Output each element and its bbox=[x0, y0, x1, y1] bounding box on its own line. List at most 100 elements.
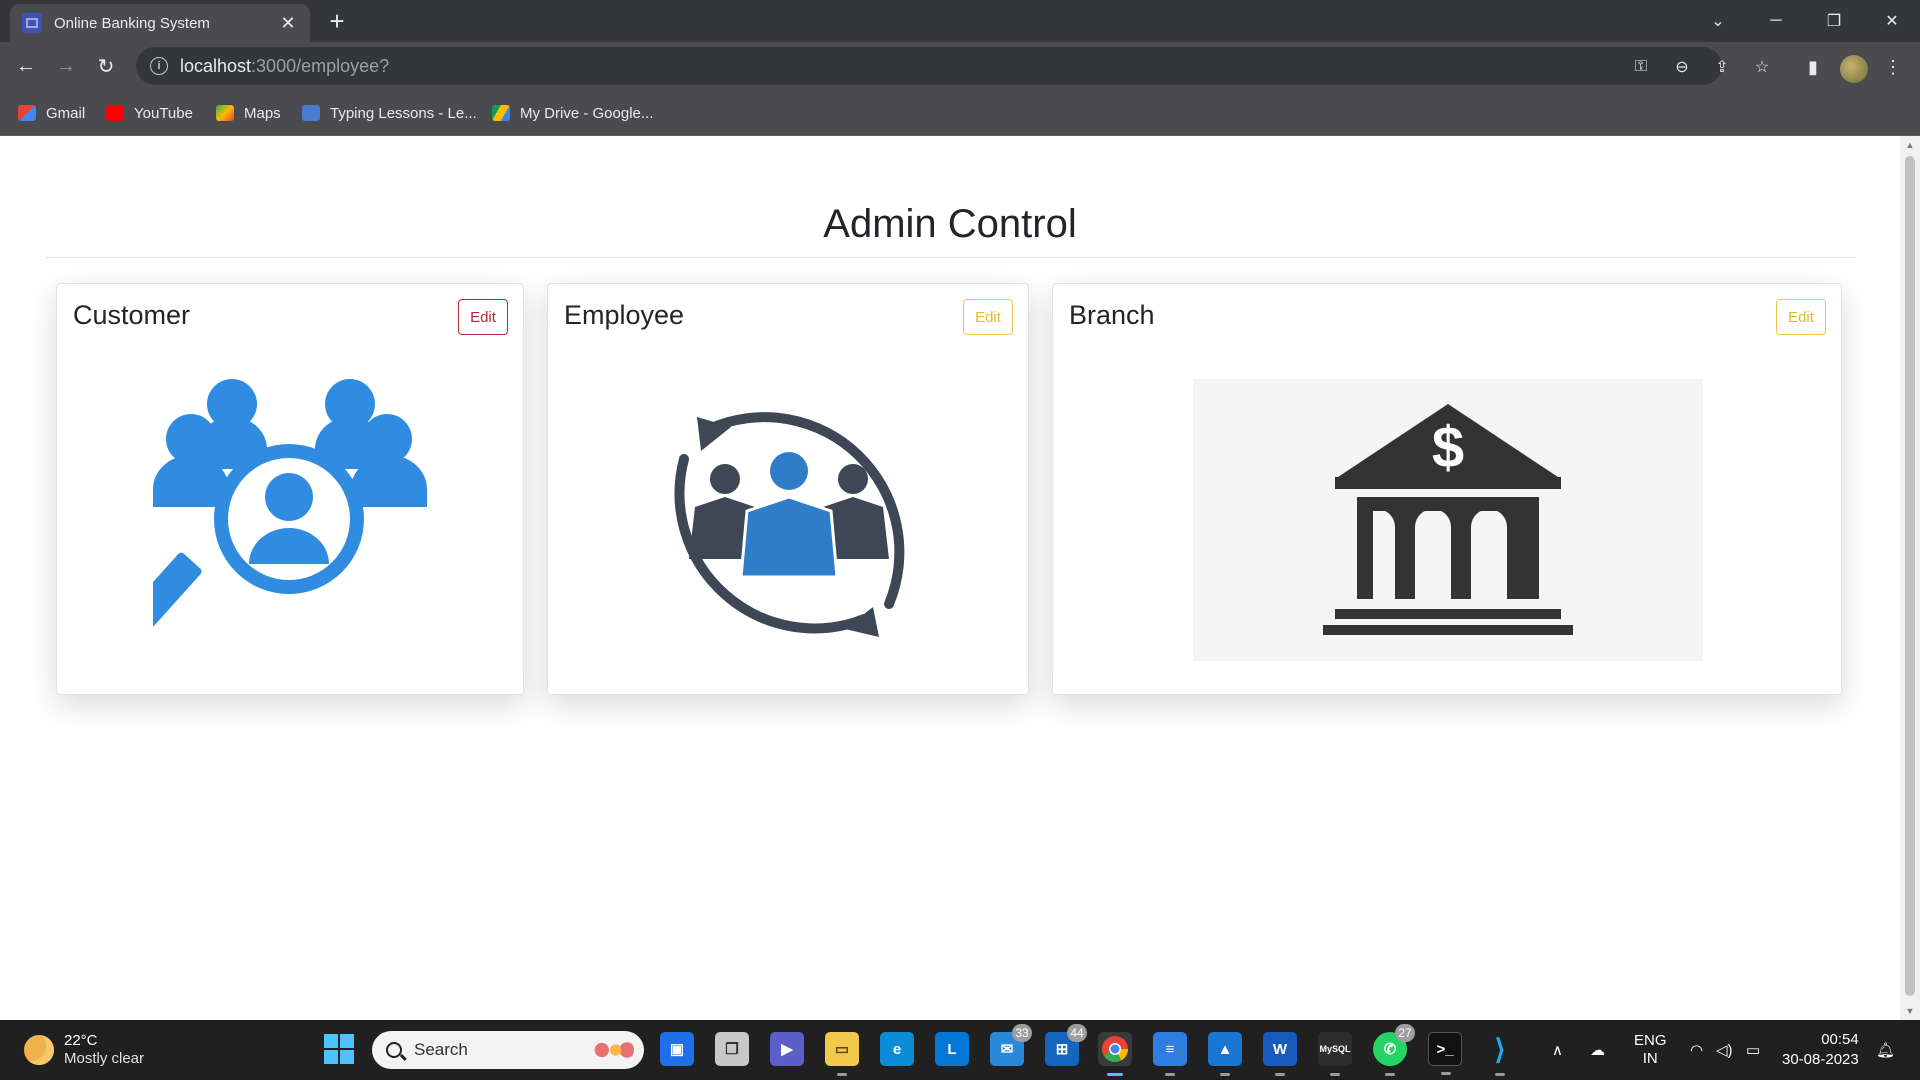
outlook-badge: 44 bbox=[1067, 1024, 1087, 1042]
forward-button[interactable]: → bbox=[50, 50, 82, 82]
password-key-icon[interactable]: ⚿ bbox=[1630, 56, 1652, 78]
scroll-down-icon[interactable]: ▼ bbox=[1905, 1006, 1915, 1016]
site-info-icon[interactable]: i bbox=[150, 57, 168, 75]
tab-search-icon[interactable]: ⌄ bbox=[1694, 0, 1742, 42]
store-app-icon[interactable]: ▣ bbox=[660, 1032, 694, 1066]
scrollbar-thumb[interactable] bbox=[1905, 156, 1915, 996]
bookmark-youtube[interactable]: YouTube bbox=[106, 102, 193, 124]
task-view-icon[interactable]: ❐ bbox=[715, 1032, 749, 1066]
battery-icon[interactable]: ▭ bbox=[1746, 1020, 1760, 1080]
bookmark-label: YouTube bbox=[134, 104, 193, 122]
start-windows-icon[interactable] bbox=[322, 1032, 356, 1066]
reload-button[interactable]: ↻ bbox=[90, 50, 122, 82]
bookmark-label: My Drive - Google... bbox=[520, 104, 654, 122]
bank-icon: $ bbox=[1193, 379, 1703, 661]
scroll-up-icon[interactable]: ▲ bbox=[1905, 140, 1915, 150]
outlook-app-icon[interactable]: ⊞ 44 bbox=[1045, 1024, 1087, 1066]
photos-app-icon[interactable]: ▲ bbox=[1208, 1032, 1242, 1076]
system-clock[interactable]: 00:54 30-08-2023 bbox=[1782, 1030, 1859, 1070]
typing-icon bbox=[302, 105, 320, 121]
new-tab-button[interactable]: + bbox=[322, 6, 352, 36]
close-tab-icon[interactable]: ✕ bbox=[278, 13, 298, 34]
url-host: localhost bbox=[180, 55, 252, 76]
browser-tab[interactable]: Online Banking System ✕ bbox=[10, 4, 310, 42]
chrome-app-icon[interactable] bbox=[1098, 1032, 1132, 1076]
maps-icon bbox=[216, 105, 234, 121]
mail-badge: 33 bbox=[1012, 1024, 1032, 1042]
weather-temp: 22°C bbox=[64, 1032, 98, 1049]
vscode-app-icon[interactable]: ⟩ bbox=[1483, 1032, 1517, 1076]
restore-button[interactable]: ❐ bbox=[1810, 0, 1858, 42]
onedrive-cloud-icon[interactable]: ☁ bbox=[1590, 1020, 1605, 1080]
share-icon[interactable]: ⇪ bbox=[1711, 56, 1733, 78]
minimize-button[interactable]: ─ bbox=[1752, 0, 1800, 42]
employee-edit-button[interactable]: Edit bbox=[963, 299, 1013, 335]
branch-card: Branch Edit $ bbox=[1052, 283, 1842, 695]
back-button[interactable]: ← bbox=[10, 50, 42, 82]
customer-edit-button[interactable]: Edit bbox=[458, 299, 508, 335]
bookmark-drive[interactable]: My Drive - Google... bbox=[492, 102, 653, 124]
taskbar-search[interactable]: Search bbox=[372, 1031, 644, 1069]
card-title: Branch bbox=[1069, 300, 1155, 330]
customer-card: Customer Edit bbox=[56, 283, 524, 695]
search-icon bbox=[386, 1042, 402, 1058]
card-title: Employee bbox=[564, 300, 685, 330]
bookmark-maps[interactable]: Maps bbox=[216, 102, 281, 124]
moon-weather-icon bbox=[24, 1035, 54, 1065]
l-app-icon[interactable]: L bbox=[935, 1032, 969, 1066]
address-bar[interactable]: i localhost:3000/employee? bbox=[136, 47, 1722, 85]
whatsapp-badge: 27 bbox=[1395, 1024, 1415, 1042]
bookmark-star-icon[interactable]: ☆ bbox=[1751, 56, 1773, 78]
mail-app-icon[interactable]: ✉ 33 bbox=[990, 1024, 1032, 1066]
gmail-icon bbox=[18, 105, 36, 121]
bookmark-typing[interactable]: Typing Lessons - Le... bbox=[302, 102, 477, 124]
file-explorer-icon[interactable]: ▭ bbox=[825, 1032, 859, 1076]
zoom-icon[interactable]: ⊖ bbox=[1671, 56, 1693, 78]
weather-widget[interactable]: 22°C Mostly clear bbox=[24, 1032, 144, 1068]
drive-icon bbox=[492, 105, 510, 121]
word-app-icon[interactable]: W bbox=[1263, 1032, 1297, 1076]
weather-condition: Mostly clear bbox=[64, 1050, 145, 1067]
notepad-app-icon[interactable]: ≡ bbox=[1153, 1032, 1187, 1076]
youtube-icon bbox=[106, 105, 124, 121]
url-path: :3000/employee? bbox=[251, 55, 390, 76]
show-hidden-icons-icon[interactable]: ∧ bbox=[1552, 1020, 1563, 1080]
mysql-app-icon[interactable]: MySQL bbox=[1318, 1032, 1352, 1076]
svg-text:$: $ bbox=[1432, 415, 1464, 480]
bookmark-label: Gmail bbox=[46, 104, 86, 122]
side-panel-icon[interactable]: ▮ bbox=[1800, 54, 1826, 80]
region-code: IN bbox=[1642, 1050, 1658, 1067]
employee-cycle-icon bbox=[674, 412, 905, 637]
clock-date: 30-08-2023 bbox=[1782, 1051, 1859, 1068]
bookmark-gmail[interactable]: Gmail bbox=[18, 102, 85, 124]
profile-avatar[interactable] bbox=[1840, 55, 1868, 83]
wifi-icon[interactable]: ◠ bbox=[1690, 1020, 1703, 1080]
employee-card: Employee Edit bbox=[547, 283, 1029, 695]
branch-edit-button[interactable]: Edit bbox=[1776, 299, 1826, 335]
page-title: Admin Control bbox=[45, 202, 1855, 258]
windows-taskbar: 22°C Mostly clear Search ▣ ❐ ▶ ▭ e L ✉ 33… bbox=[0, 1020, 1920, 1080]
notification-bell-icon[interactable]: 🔔︎ bbox=[1876, 1020, 1895, 1080]
page-content: Admin Control Customer Edit Employee Edi… bbox=[0, 136, 1900, 1020]
tab-title: Online Banking System bbox=[54, 14, 210, 32]
volume-icon[interactable]: ◁) bbox=[1716, 1020, 1733, 1080]
whatsapp-app-icon[interactable]: ✆ 27 bbox=[1373, 1024, 1415, 1076]
card-title: Customer bbox=[73, 300, 191, 330]
search-highlight-icon bbox=[588, 1039, 634, 1061]
site-favicon-icon bbox=[22, 13, 42, 33]
terminal-app-icon[interactable]: >_ bbox=[1428, 1032, 1462, 1075]
language-indicator[interactable]: ENG IN bbox=[1634, 1020, 1667, 1080]
search-placeholder: Search bbox=[414, 1040, 468, 1059]
browser-tab-bar: Online Banking System ✕ + ⌄ ─ ❐ ✕ bbox=[0, 0, 1920, 42]
edge-browser-icon[interactable]: e bbox=[880, 1032, 914, 1066]
close-window-button[interactable]: ✕ bbox=[1868, 0, 1916, 42]
menu-kebab-icon[interactable]: ⋮ bbox=[1880, 54, 1906, 80]
page-scrollbar[interactable]: ▲ ▼ bbox=[1900, 136, 1920, 1020]
bookmark-label: Typing Lessons - Le... bbox=[330, 104, 477, 122]
bookmark-label: Maps bbox=[244, 104, 281, 122]
bookmarks-bar: Gmail YouTube Maps Typing Lessons - Le..… bbox=[0, 90, 1920, 136]
teams-chat-icon[interactable]: ▶ bbox=[770, 1032, 804, 1066]
browser-toolbar: ← → ↻ i localhost:3000/employee? ⚿ ⊖ ⇪ ☆… bbox=[0, 42, 1920, 90]
customer-search-icon bbox=[153, 379, 427, 631]
language-code: ENG bbox=[1634, 1032, 1667, 1049]
